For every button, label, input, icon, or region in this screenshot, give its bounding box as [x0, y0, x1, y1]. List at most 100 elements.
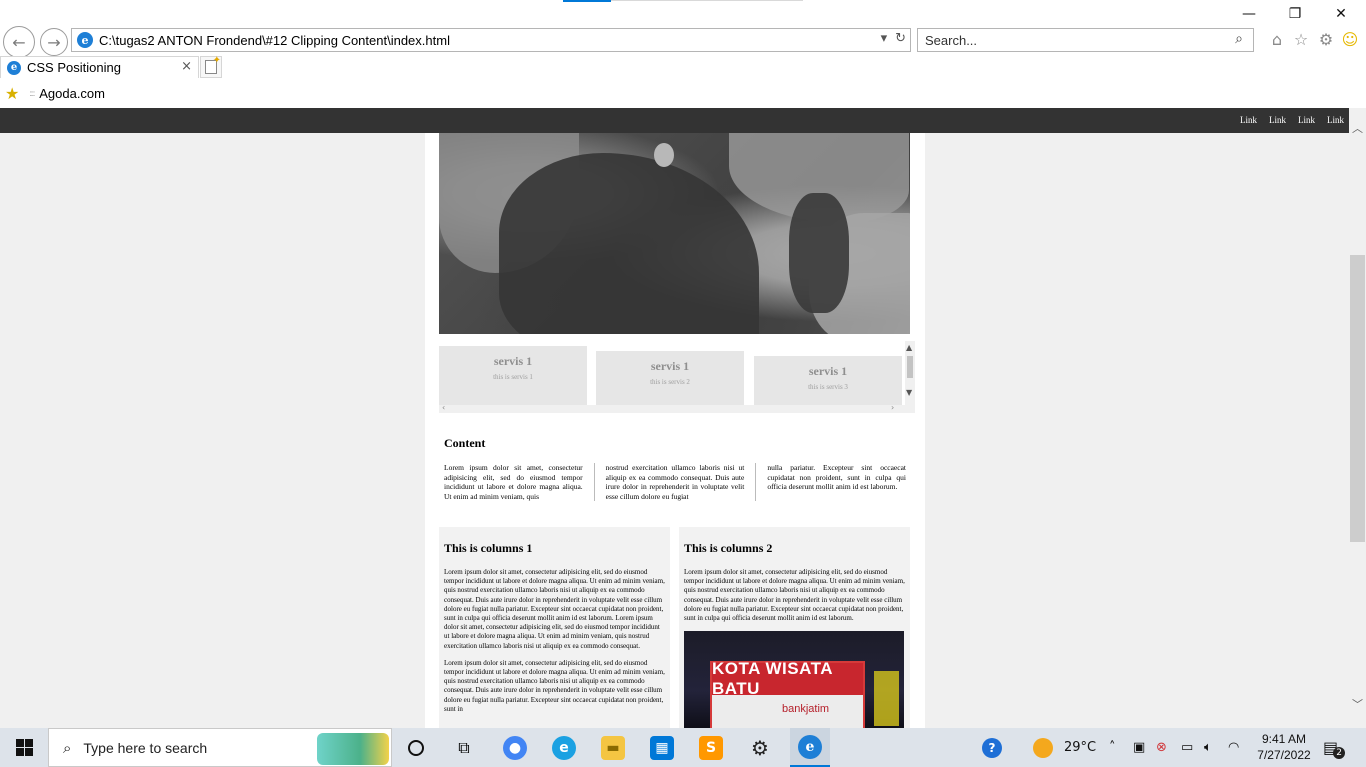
address-buttons: ▾ ↻	[881, 31, 906, 46]
weather-icon[interactable]	[1033, 728, 1053, 767]
column-paragraph: Lorem ipsum dolor sit amet, consectetur …	[444, 568, 665, 650]
meet-now-icon[interactable]: ▣	[1133, 728, 1145, 767]
back-button[interactable]: ←	[3, 26, 35, 58]
refresh-icon[interactable]: ↻	[895, 31, 906, 46]
title-accent	[563, 0, 611, 2]
hero-image	[439, 133, 910, 334]
favorite-link-agoda[interactable]: Agoda.com	[39, 86, 105, 101]
service-title: servis 1	[808, 364, 848, 378]
ie-taskbar-icon[interactable]: e	[790, 728, 830, 767]
photo-sign-text: KOTA WISATA BATU	[712, 659, 833, 699]
search-icon[interactable]: ⌕	[1235, 31, 1243, 47]
taskbar-search[interactable]: ⌕ Type here to search	[48, 728, 392, 767]
notifications-icon[interactable]: ▤ 2	[1323, 728, 1346, 767]
battery-icon[interactable]: ▭	[1181, 728, 1193, 767]
ie-page-icon: e	[77, 32, 93, 48]
column-card-1: This is columns 1 Lorem ipsum dolor sit …	[439, 527, 670, 728]
scroll-down-icon[interactable]: ▼	[906, 388, 912, 397]
content-column-text: nostrud exercitation ullamco laboris nis…	[593, 463, 756, 501]
search-highlight-image	[317, 733, 389, 765]
site-nav-link[interactable]: Link	[1298, 115, 1315, 125]
chrome-taskbar-icon[interactable]: ●	[497, 728, 533, 767]
scroll-left-icon[interactable]: ‹	[442, 403, 445, 412]
service-card: servis 1 this is servis 3	[754, 356, 902, 405]
service-subtitle: this is servis 2	[650, 378, 690, 386]
service-subtitle: this is servis 1	[493, 373, 533, 381]
file-explorer-icon[interactable]: ▬	[595, 728, 631, 767]
favorites-bar: ★ :::: Agoda.com	[0, 78, 1366, 108]
site-nav-links: Link Link Link Link	[1240, 115, 1344, 125]
scroll-up-icon[interactable]: ▲	[906, 343, 912, 352]
weather-temperature[interactable]: 29°C	[1064, 728, 1096, 767]
address-bar[interactable]: e C:\tugas2 ANTON Frondend\#12 Clipping …	[71, 28, 911, 52]
security-alert-icon[interactable]: ⊗	[1156, 728, 1167, 767]
column-title: This is columns 2	[684, 541, 773, 555]
content-heading: Content	[444, 436, 486, 450]
tab-css-positioning[interactable]: e CSS Positioning ×	[0, 56, 199, 78]
volume-icon[interactable]: 🔈︎	[1204, 728, 1212, 767]
search-box[interactable]: Search... ⌕	[917, 28, 1254, 52]
page-scroll-down-icon[interactable]: ﹀	[1352, 696, 1363, 712]
site-nav-link[interactable]: Link	[1240, 115, 1257, 125]
task-view-icon[interactable]: ⧉	[446, 728, 482, 767]
sublime-text-icon[interactable]: S	[693, 728, 729, 767]
address-dropdown-icon[interactable]: ▾	[881, 31, 888, 46]
site-nav-link[interactable]: Link	[1327, 115, 1344, 125]
ie-tab-icon: e	[7, 60, 21, 75]
search-input[interactable]: Search...	[925, 33, 977, 48]
start-button[interactable]	[0, 728, 48, 767]
edge-taskbar-icon[interactable]: e	[546, 728, 582, 767]
column-paragraph: Lorem ipsum dolor sit amet, consectetur …	[444, 658, 665, 713]
help-icon[interactable]: ?	[982, 728, 1002, 767]
favorites-star-icon[interactable]: ☆	[1291, 29, 1311, 49]
wifi-icon[interactable]: ◠	[1228, 728, 1239, 767]
title-accent-line	[611, 0, 803, 1]
column-card-2: This is columns 2 Lorem ipsum dolor sit …	[679, 527, 910, 728]
photo-bank-text: bankjatim	[782, 703, 830, 716]
service-title: servis 1	[493, 354, 533, 368]
clock-time: 9:41 AM	[1261, 732, 1307, 746]
notifications-count: 2	[1333, 746, 1346, 759]
services-scroll-area[interactable]: servis 1 this is servis 1 servis 1 this …	[439, 341, 915, 413]
new-tab-button[interactable]: ✦	[200, 55, 222, 78]
taskbar-search-input[interactable]: Type here to search	[83, 740, 207, 756]
service-subtitle: this is servis 3	[808, 383, 848, 391]
windows-logo-icon	[15, 739, 33, 756]
page-viewport: Link Link Link Link servis 1 this is ser…	[0, 108, 1349, 728]
content-column-text: nulla pariatur. Excepteur sint occaecat …	[755, 463, 906, 501]
service-card: servis 1 this is servis 2	[596, 351, 744, 405]
settings-gear-icon[interactable]: ⚙	[1316, 29, 1336, 49]
address-url[interactable]: C:\tugas2 ANTON Frondend\#12 Clipping Co…	[99, 33, 450, 48]
new-tab-icon: ✦	[205, 55, 221, 74]
services-horizontal-scrollbar[interactable]: ‹ ›	[439, 403, 905, 413]
taskbar-search-icon: ⌕	[63, 738, 72, 757]
store-icon[interactable]: ▦	[644, 728, 680, 767]
navigation-bar: ← → e C:\tugas2 ANTON Frondend\#12 Clipp…	[0, 24, 1366, 58]
cortana-icon[interactable]	[398, 728, 434, 767]
content-column-text: Lorem ipsum dolor sit amet, consectetur …	[444, 463, 583, 501]
photo-sign: KOTA WISATA BATU bankjatim	[710, 659, 865, 728]
chevron-up-icon[interactable]: ˄	[1109, 728, 1116, 767]
column-photo: KOTA WISATA BATU bankjatim	[684, 631, 904, 728]
home-icon[interactable]: ⌂	[1267, 29, 1287, 49]
page-scrollbar[interactable]: ︿ ﹀	[1349, 108, 1366, 728]
settings-taskbar-icon[interactable]: ⚙	[742, 728, 778, 767]
services-vertical-scrollbar[interactable]: ▲ ▼	[905, 341, 915, 413]
scroll-right-icon[interactable]: ›	[891, 403, 894, 412]
smiley-feedback-icon[interactable]: ☺	[1340, 29, 1360, 49]
add-favorite-icon[interactable]: ★	[5, 84, 19, 103]
tab-close-icon[interactable]: ×	[181, 59, 192, 74]
page-scroll-up-icon[interactable]: ︿	[1352, 120, 1363, 136]
service-title: servis 1	[650, 359, 690, 373]
forward-button[interactable]: →	[40, 28, 68, 56]
clock[interactable]: 9:41 AM 7/27/2022	[1248, 731, 1320, 763]
content-section: Content Lorem ipsum dolor sit amet, cons…	[444, 436, 906, 501]
favorite-site-icon: ::::	[29, 88, 35, 98]
site-nav-link[interactable]: Link	[1269, 115, 1286, 125]
page-container: servis 1 this is servis 1 servis 1 this …	[425, 133, 925, 728]
content-columns: Lorem ipsum dolor sit amet, consectetur …	[444, 463, 906, 501]
page-scroll-thumb[interactable]	[1350, 255, 1365, 542]
tab-row: e CSS Positioning × ✦	[0, 55, 1366, 78]
column-title: This is columns 1	[444, 541, 533, 555]
site-navbar: Link Link Link Link	[0, 108, 1349, 133]
